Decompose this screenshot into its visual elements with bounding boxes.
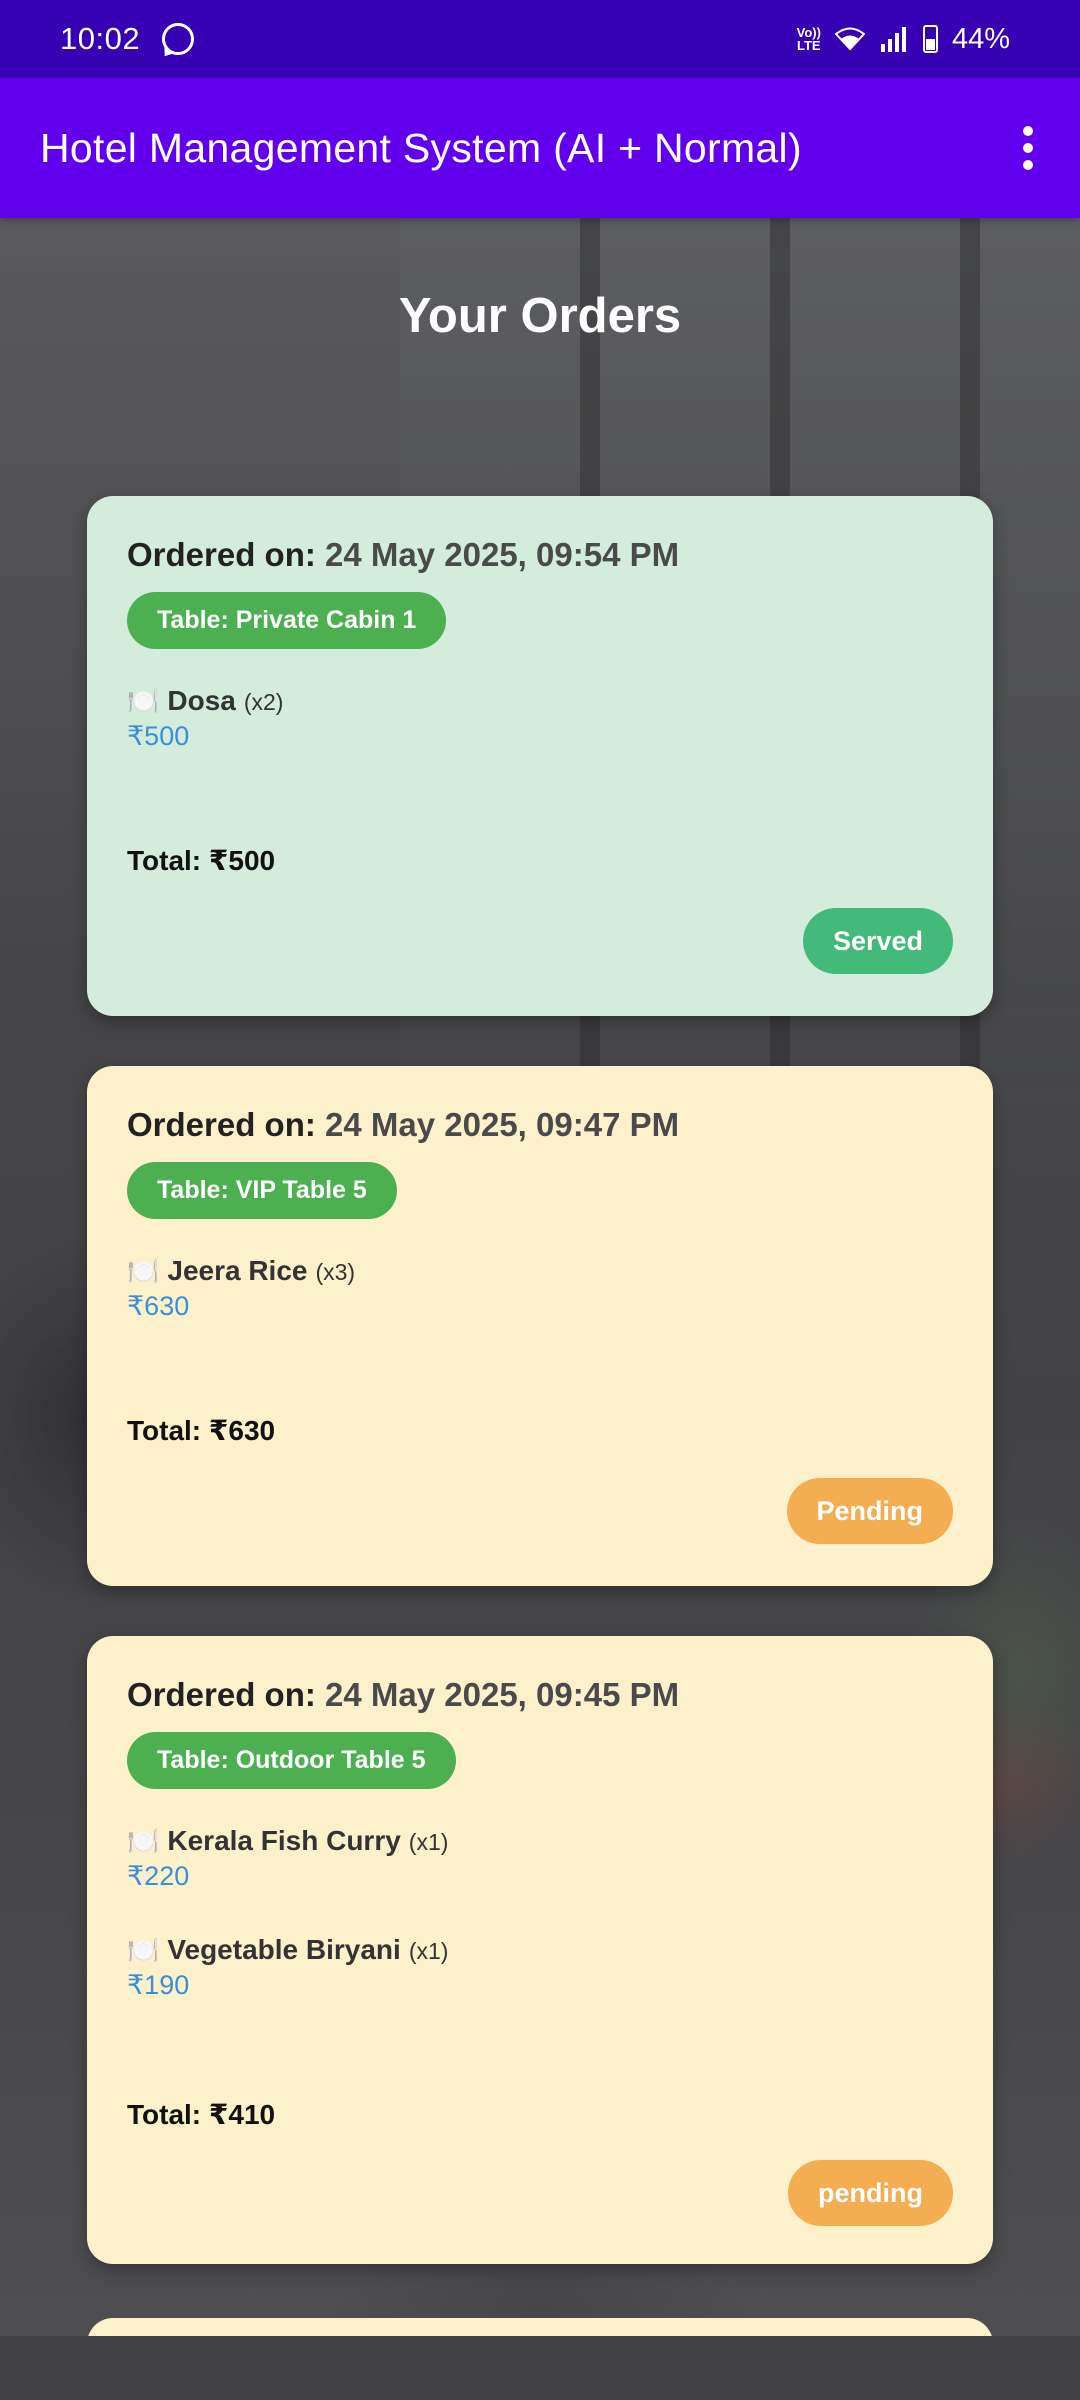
app-title: Hotel Management System (AI + Normal) <box>40 124 802 171</box>
order-date: Ordered on: 24 May 2025, 09:54 PM <box>127 536 953 574</box>
ordered-on-value: 24 May 2025, 09:54 PM <box>325 536 680 573</box>
status-time: 10:02 <box>60 21 141 56</box>
ordered-on-label: Ordered on: <box>127 536 316 573</box>
order-date: Ordered on: 24 May 2025, 09:45 PM <box>127 1676 953 1714</box>
item-quantity: (x2) <box>243 689 284 715</box>
order-card[interactable]: Ordered on: 24 May 2025, 09:47 PM Table:… <box>87 1066 993 1586</box>
plate-icon: 🍽️ <box>127 1826 160 1856</box>
status-badge: Served <box>802 908 953 974</box>
item-price: ₹220 <box>127 1861 190 1891</box>
order-item: 🍽️ Vegetable Biryani (x1) ₹190 <box>127 1934 953 2001</box>
table-chip: Table: VIP Table 5 <box>127 1162 397 1219</box>
item-name: Jeera Rice <box>167 1255 308 1286</box>
page-title: Your Orders <box>398 289 682 343</box>
item-quantity: (x1) <box>408 1829 449 1855</box>
order-total: Total: ₹410 <box>127 2099 276 2130</box>
order-card[interactable]: Ordered on: 24 May 2025, 09:54 PM Table:… <box>87 496 993 1016</box>
overflow-menu-icon[interactable] <box>1016 126 1040 170</box>
order-item: 🍽️ Dosa (x2) ₹500 <box>127 685 953 752</box>
order-card-partial[interactable] <box>87 2318 993 2336</box>
item-quantity: (x3) <box>315 1259 356 1285</box>
lte-label: LTE <box>797 38 821 53</box>
item-name: Kerala Fish Curry <box>167 1825 401 1856</box>
status-bar: 10:02 Vo)) LTE 44% <box>0 0 1080 78</box>
signal-icon <box>880 27 906 52</box>
order-card[interactable]: Ordered on: 24 May 2025, 09:45 PM Table:… <box>87 1636 993 2264</box>
system-navigation-bar <box>0 2336 1080 2400</box>
item-price: ₹500 <box>127 721 190 751</box>
wifi-icon <box>834 27 865 51</box>
order-date: Ordered on: 24 May 2025, 09:47 PM <box>127 1106 953 1144</box>
orders-screen[interactable]: Your Orders Ordered on: 24 May 2025, 09:… <box>0 218 1080 2336</box>
ordered-on-label: Ordered on: <box>127 1106 316 1143</box>
plate-icon: 🍽️ <box>127 686 160 716</box>
item-name: Vegetable Biryani <box>167 1934 401 1965</box>
ordered-on-value: 24 May 2025, 09:45 PM <box>325 1676 680 1713</box>
battery-percent: 44% <box>951 22 1010 55</box>
app-bar: Hotel Management System (AI + Normal) <box>0 78 1080 218</box>
table-chip: Table: Private Cabin 1 <box>127 592 447 649</box>
ordered-on-value: 24 May 2025, 09:47 PM <box>325 1106 680 1143</box>
ordered-on-label: Ordered on: <box>127 1676 316 1713</box>
order-item: 🍽️ Kerala Fish Curry (x1) ₹220 <box>127 1825 953 1892</box>
item-quantity: (x1) <box>408 1938 449 1964</box>
plate-icon: 🍽️ <box>127 1256 160 1286</box>
whatsapp-icon <box>162 23 195 55</box>
status-indicators: Vo)) LTE 44% <box>797 23 1010 56</box>
item-price: ₹630 <box>127 1291 190 1321</box>
order-item: 🍽️ Jeera Rice (x3) ₹630 <box>127 1255 953 1322</box>
battery-fill <box>925 39 935 50</box>
item-name: Dosa <box>167 685 236 716</box>
status-badge: Pending <box>786 1478 953 1544</box>
table-chip: Table: Outdoor Table 5 <box>127 1732 456 1789</box>
status-badge: pending <box>788 2160 953 2226</box>
order-total: Total: ₹630 <box>127 1415 276 1446</box>
item-price: ₹190 <box>127 1970 190 2000</box>
plate-icon: 🍽️ <box>127 1935 160 1965</box>
order-total: Total: ₹500 <box>127 845 276 876</box>
battery-icon <box>922 25 938 53</box>
volte-icon: Vo)) LTE <box>797 26 821 52</box>
